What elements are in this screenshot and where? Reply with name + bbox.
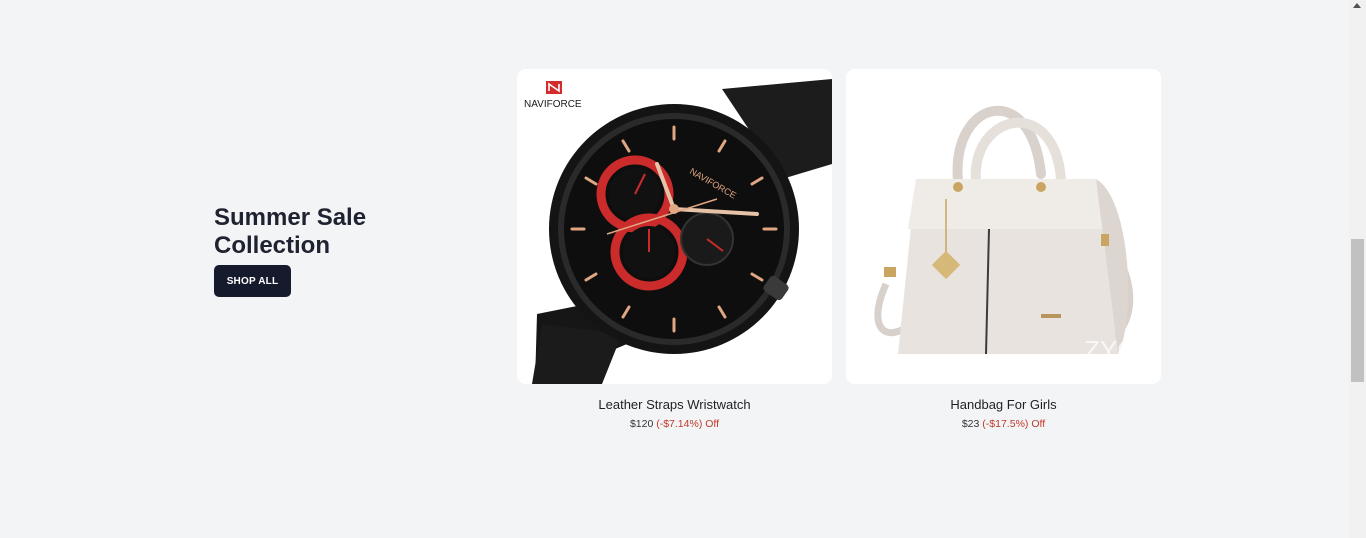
product-price-row: $23 (-$17.5%) Off xyxy=(846,417,1161,431)
promo-section: Summer Sale Collection SHOP ALL xyxy=(214,204,454,297)
page: Summer Sale Collection SHOP ALL NAVIFORC… xyxy=(0,0,1349,538)
promo-title-line1: Summer Sale xyxy=(214,204,367,231)
product-name[interactable]: Leather Straps Wristwatch xyxy=(517,397,832,413)
handbag-icon: ZYG xyxy=(846,69,1161,384)
scroll-up-arrow-icon[interactable] xyxy=(1353,3,1361,8)
brand-mark-text: NAVIFORCE xyxy=(524,99,582,110)
product-image-handbag[interactable]: ZYG xyxy=(846,69,1161,384)
wristwatch-icon: NAVIFORCE NAVIFORCE xyxy=(517,69,832,384)
product-discount: (-$7.14%) Off xyxy=(656,418,720,430)
watermark-text: ZYG xyxy=(1084,335,1137,365)
promo-title: Summer Sale Collection xyxy=(214,204,454,260)
product-price: $23 xyxy=(961,418,980,430)
promo-title-line2: Collection xyxy=(214,232,331,259)
product-price-row: $120 (-$7.14%) Off xyxy=(517,417,832,431)
product-card-handbag[interactable]: ZYG Handbag For Girls $23 (-$17.5%) Off xyxy=(846,69,1161,431)
vertical-scrollbar[interactable] xyxy=(1349,0,1366,538)
product-card-wristwatch[interactable]: NAVIFORCE NAVIFORCE Leather Straps Wrist… xyxy=(517,69,832,431)
product-price: $120 xyxy=(629,418,654,430)
shop-all-button[interactable]: SHOP ALL xyxy=(214,265,291,297)
scrollbar-thumb[interactable] xyxy=(1351,239,1364,382)
product-name[interactable]: Handbag For Girls xyxy=(846,397,1161,413)
product-image-wristwatch[interactable]: NAVIFORCE NAVIFORCE xyxy=(517,69,832,384)
product-discount: (-$17.5%) Off xyxy=(982,418,1046,430)
